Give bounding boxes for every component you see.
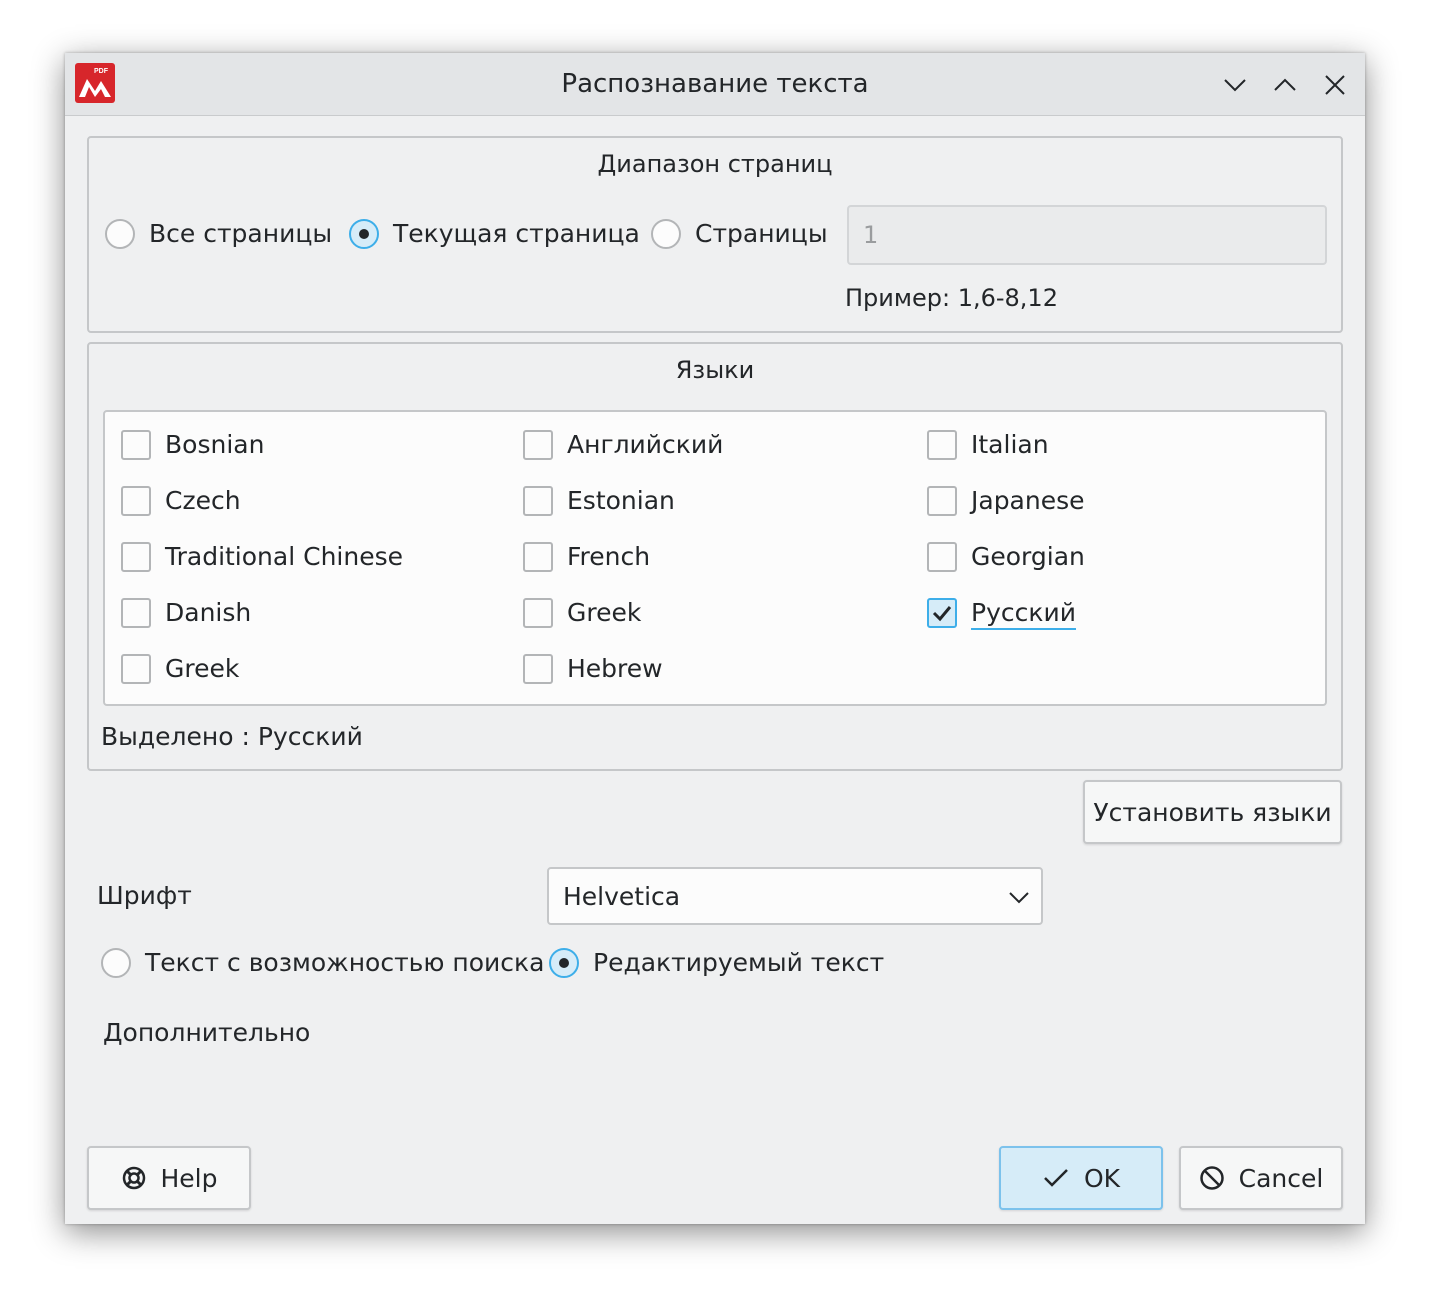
selected-languages-text: Выделено : Русский <box>101 722 363 751</box>
lang-checkbox-greek-2[interactable] <box>523 598 553 628</box>
advanced-section-label[interactable]: Дополнительно <box>103 1018 310 1047</box>
lang-checkbox-georgian[interactable] <box>927 542 957 572</box>
lang-label-czech[interactable]: Czech <box>165 486 241 515</box>
font-label: Шрифт <box>97 881 192 910</box>
lifebuoy-icon <box>122 1166 145 1190</box>
lang-label-greek-2[interactable]: Greek <box>567 598 641 627</box>
lang-label-traditional-chinese[interactable]: Traditional Chinese <box>165 542 403 571</box>
maximize-icon <box>1274 78 1296 91</box>
help-button-label: Help <box>160 1163 218 1193</box>
lang-label-russian[interactable]: Русский <box>971 598 1076 630</box>
help-button[interactable]: Help <box>87 1146 251 1210</box>
ok-button[interactable]: OK <box>999 1146 1163 1210</box>
lang-checkbox-estonian[interactable] <box>523 486 553 516</box>
lang-label-japanese[interactable]: Japanese <box>971 486 1085 515</box>
radio-current-page-label[interactable]: Текущая страница <box>393 219 640 248</box>
font-select-value: Helvetica <box>563 882 681 911</box>
radio-editable-text[interactable] <box>549 948 579 978</box>
install-languages-label: Установить языки <box>1093 797 1332 827</box>
page-range-group: Диапазон страниц Все страницы Текущая ст… <box>87 136 1343 333</box>
cancel-button-label: Cancel <box>1238 1163 1324 1193</box>
radio-pages[interactable] <box>651 219 681 249</box>
languages-list[interactable]: Bosnian Czech Traditional Chinese Danish… <box>103 410 1327 706</box>
lang-label-greek-1[interactable]: Greek <box>165 654 239 683</box>
install-languages-button[interactable]: Установить языки <box>1083 780 1342 844</box>
lang-label-bosnian[interactable]: Bosnian <box>165 430 264 459</box>
title-bar[interactable]: PDF Распознавание текста <box>65 53 1365 116</box>
window-title: Распознавание текста <box>561 69 869 99</box>
radio-pages-label[interactable]: Страницы <box>695 219 828 248</box>
minimize-icon <box>1224 79 1246 92</box>
radio-searchable-text-label[interactable]: Текст с возможностью поиска <box>145 948 544 977</box>
lang-checkbox-greek-1[interactable] <box>121 654 151 684</box>
radio-editable-text-label[interactable]: Редактируемый текст <box>593 948 884 977</box>
close-icon <box>1325 75 1345 95</box>
lang-label-hebrew[interactable]: Hebrew <box>567 654 663 683</box>
languages-title: Языки <box>675 356 755 384</box>
page-range-title: Диапазон страниц <box>597 150 833 178</box>
radio-current-page[interactable] <box>349 219 379 249</box>
radio-all-pages[interactable] <box>105 219 135 249</box>
radio-all-pages-label[interactable]: Все страницы <box>149 219 332 248</box>
cancel-button[interactable]: Cancel <box>1179 1146 1343 1210</box>
ok-button-label: OK <box>1083 1163 1121 1193</box>
lang-checkbox-traditional-chinese[interactable] <box>121 542 151 572</box>
lang-checkbox-russian[interactable] <box>927 598 957 628</box>
lang-label-estonian[interactable]: Estonian <box>567 486 675 515</box>
lang-label-italian[interactable]: Italian <box>971 430 1049 459</box>
lang-label-french[interactable]: French <box>567 542 650 571</box>
minimize-button[interactable] <box>1218 68 1252 102</box>
check-icon <box>1044 1169 1068 1187</box>
pages-example-hint: Пример: 1,6-8,12 <box>845 284 1058 312</box>
cancel-icon <box>1199 1166 1224 1190</box>
lang-label-georgian[interactable]: Georgian <box>971 542 1085 571</box>
chevron-down-icon <box>1009 892 1029 904</box>
lang-checkbox-japanese[interactable] <box>927 486 957 516</box>
lang-label-danish[interactable]: Danish <box>165 598 251 627</box>
lang-checkbox-bosnian[interactable] <box>121 430 151 460</box>
lang-checkbox-english[interactable] <box>523 430 553 460</box>
close-button[interactable] <box>1318 68 1352 102</box>
lang-checkbox-danish[interactable] <box>121 598 151 628</box>
radio-searchable-text[interactable] <box>101 948 131 978</box>
ocr-dialog: PDF Распознавание текста Диапазон страни… <box>65 53 1365 1224</box>
lang-checkbox-french[interactable] <box>523 542 553 572</box>
languages-group: Языки Bosnian Czech Traditional Chinese … <box>87 342 1343 771</box>
pages-input[interactable]: 1 <box>847 205 1327 265</box>
lang-checkbox-hebrew[interactable] <box>523 654 553 684</box>
lang-checkbox-czech[interactable] <box>121 486 151 516</box>
font-select[interactable]: Helvetica <box>547 867 1043 925</box>
checkmark-icon <box>932 606 952 622</box>
lang-checkbox-italian[interactable] <box>927 430 957 460</box>
lang-label-english[interactable]: Английский <box>567 430 723 459</box>
maximize-button[interactable] <box>1268 68 1302 102</box>
